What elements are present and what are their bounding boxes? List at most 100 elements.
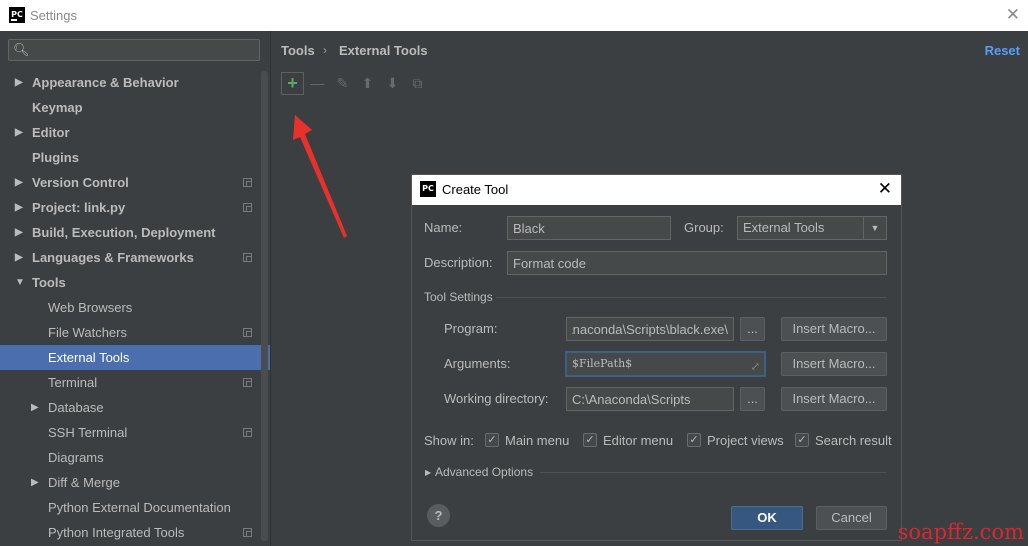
sidebar-item[interactable]: ▶ Diff & Merge	[0, 470, 270, 495]
search-icon: 🔍︎	[13, 42, 30, 57]
sidebar-item-label: Database	[48, 400, 104, 415]
main-menu-checkbox[interactable]: ✓	[485, 433, 499, 447]
collapsed-arrow-icon[interactable]: ▶	[31, 470, 39, 495]
group-value: External Tools	[743, 220, 825, 235]
settings-search-input[interactable]	[33, 41, 259, 61]
pycharm-logo-icon: PC	[9, 7, 25, 23]
dialog-logo-icon: PC	[420, 181, 436, 197]
breadcrumb-tools[interactable]: Tools	[281, 43, 315, 58]
move-down-icon[interactable]: ⬇	[381, 72, 404, 95]
working-directory-field[interactable]	[566, 387, 734, 411]
settings-sidebar: 🔍︎ ▶ Appearance & Behavior Keymap ▶ Editor Pl…	[0, 31, 271, 546]
dialog-titlebar: PC Create Tool ✕	[412, 175, 901, 205]
advanced-options-arrow-icon[interactable]: ▶	[425, 468, 431, 477]
program-browse-button[interactable]: ...	[740, 317, 765, 341]
group-combobox[interactable]: External Tools ▼	[737, 216, 887, 240]
expanded-arrow-icon[interactable]: ▼	[15, 270, 25, 295]
dialog-close-icon[interactable]: ✕	[878, 179, 892, 199]
sidebar-item-label: Terminal	[48, 375, 98, 390]
sidebar-item-label: Diagrams	[48, 450, 104, 465]
collapsed-arrow-icon[interactable]: ▶	[15, 195, 23, 220]
sidebar-item[interactable]: Keymap	[0, 95, 270, 120]
move-up-icon[interactable]: ⬆	[356, 72, 379, 95]
sidebar-scrollbar[interactable]	[261, 71, 268, 541]
sidebar-item[interactable]: Diagrams	[0, 445, 270, 470]
collapsed-arrow-icon[interactable]: ▶	[15, 120, 23, 145]
sidebar-item[interactable]: ▶ Project: link.py	[0, 195, 270, 220]
ok-button[interactable]: OK	[731, 506, 803, 530]
project-settings-icon	[243, 203, 252, 212]
sidebar-item[interactable]: Plugins	[0, 145, 270, 170]
project-settings-icon	[243, 253, 252, 262]
sidebar-item[interactable]: ▶ Build, Execution, Deployment	[0, 220, 270, 245]
sidebar-item[interactable]: Terminal	[0, 370, 270, 395]
sidebar-item-label: File Watchers	[48, 325, 127, 340]
settings-search-box[interactable]: 🔍︎	[8, 39, 260, 61]
working-directory-insert-macro-button[interactable]: Insert Macro...	[781, 387, 887, 411]
sidebar-item[interactable]: ▶ Editor	[0, 120, 270, 145]
sidebar-item[interactable]: Python Integrated Tools	[0, 520, 270, 545]
sidebar-item[interactable]: ▶ Appearance & Behavior	[0, 70, 270, 95]
reset-link[interactable]: Reset	[985, 43, 1020, 58]
program-insert-macro-button[interactable]: Insert Macro...	[781, 317, 887, 341]
collapsed-arrow-icon[interactable]: ▶	[15, 220, 23, 245]
sidebar-item[interactable]: ▶ Languages & Frameworks	[0, 245, 270, 270]
sidebar-item-label: Languages & Frameworks	[32, 250, 194, 265]
expand-icon[interactable]: ⤢	[751, 356, 760, 378]
group-label: Group:	[684, 220, 724, 235]
project-settings-icon	[243, 528, 252, 537]
arguments-field[interactable]: $FilePath$ ⤢	[566, 352, 765, 376]
sidebar-item[interactable]: Web Browsers	[0, 295, 270, 320]
copy-tool-icon[interactable]: ⧉	[406, 72, 429, 95]
sidebar-item-label: Diff & Merge	[48, 475, 121, 490]
editor-menu-label: Editor menu	[603, 433, 674, 448]
sidebar-item-label: Web Browsers	[48, 300, 133, 315]
sidebar-item[interactable]: ▶ Database	[0, 395, 270, 420]
window-close-icon[interactable]: ✕	[1006, 5, 1020, 25]
program-field[interactable]	[566, 317, 734, 341]
sidebar-item[interactable]: ▶ Version Control	[0, 170, 270, 195]
working-directory-browse-button[interactable]: ...	[740, 387, 765, 411]
collapsed-arrow-icon[interactable]: ▶	[31, 395, 39, 420]
arguments-insert-macro-button[interactable]: Insert Macro...	[781, 352, 887, 376]
project-views-checkbox[interactable]: ✓	[687, 433, 701, 447]
tool-settings-heading: Tool Settings	[424, 290, 493, 304]
help-icon[interactable]: ?	[427, 504, 450, 527]
arguments-value: $FilePath$	[572, 357, 633, 370]
breadcrumb-separator-icon: ›	[323, 43, 327, 57]
cancel-button[interactable]: Cancel	[816, 506, 887, 530]
collapsed-arrow-icon[interactable]: ▶	[15, 170, 23, 195]
settings-tree: ▶ Appearance & Behavior Keymap ▶ Editor Plugi…	[0, 70, 270, 545]
description-field[interactable]	[507, 251, 887, 275]
edit-tool-icon[interactable]: ✎	[331, 72, 354, 95]
collapsed-arrow-icon[interactable]: ▶	[15, 70, 23, 95]
sidebar-item[interactable]: SSH Terminal	[0, 420, 270, 445]
arguments-label: Arguments:	[444, 356, 511, 371]
editor-menu-checkbox[interactable]: ✓	[583, 433, 597, 447]
advanced-options-divider	[540, 472, 886, 473]
program-label: Program:	[444, 321, 498, 336]
chevron-down-icon[interactable]: ▼	[863, 217, 886, 239]
project-settings-icon	[243, 378, 252, 387]
project-views-label: Project views	[707, 433, 784, 448]
search-result-label: Search result	[815, 433, 892, 448]
advanced-options-toggle[interactable]: Advanced Options	[435, 465, 533, 479]
name-label: Name:	[424, 220, 463, 235]
collapsed-arrow-icon[interactable]: ▶	[15, 245, 23, 270]
search-result-checkbox[interactable]: ✓	[795, 433, 809, 447]
sidebar-item-label: Build, Execution, Deployment	[32, 225, 216, 240]
description-label: Description:	[424, 255, 493, 270]
create-tool-dialog: PC Create Tool ✕ Name: Group: External T…	[411, 174, 902, 541]
window-titlebar: PC Settings ✕	[0, 0, 1028, 31]
add-tool-icon[interactable]: +	[281, 72, 304, 95]
sidebar-item[interactable]: Python External Documentation	[0, 495, 270, 520]
remove-tool-icon[interactable]: —	[306, 72, 329, 95]
sidebar-item[interactable]: ▼ Tools	[0, 270, 270, 295]
main-menu-label: Main menu	[505, 433, 570, 448]
sidebar-item[interactable]: File Watchers	[0, 320, 270, 345]
dialog-title: Create Tool	[442, 182, 509, 197]
sidebar-item[interactable]: External Tools	[0, 345, 270, 370]
project-settings-icon	[243, 428, 252, 437]
name-field[interactable]	[507, 216, 671, 240]
sidebar-item-label: Project: link.py	[32, 200, 126, 215]
